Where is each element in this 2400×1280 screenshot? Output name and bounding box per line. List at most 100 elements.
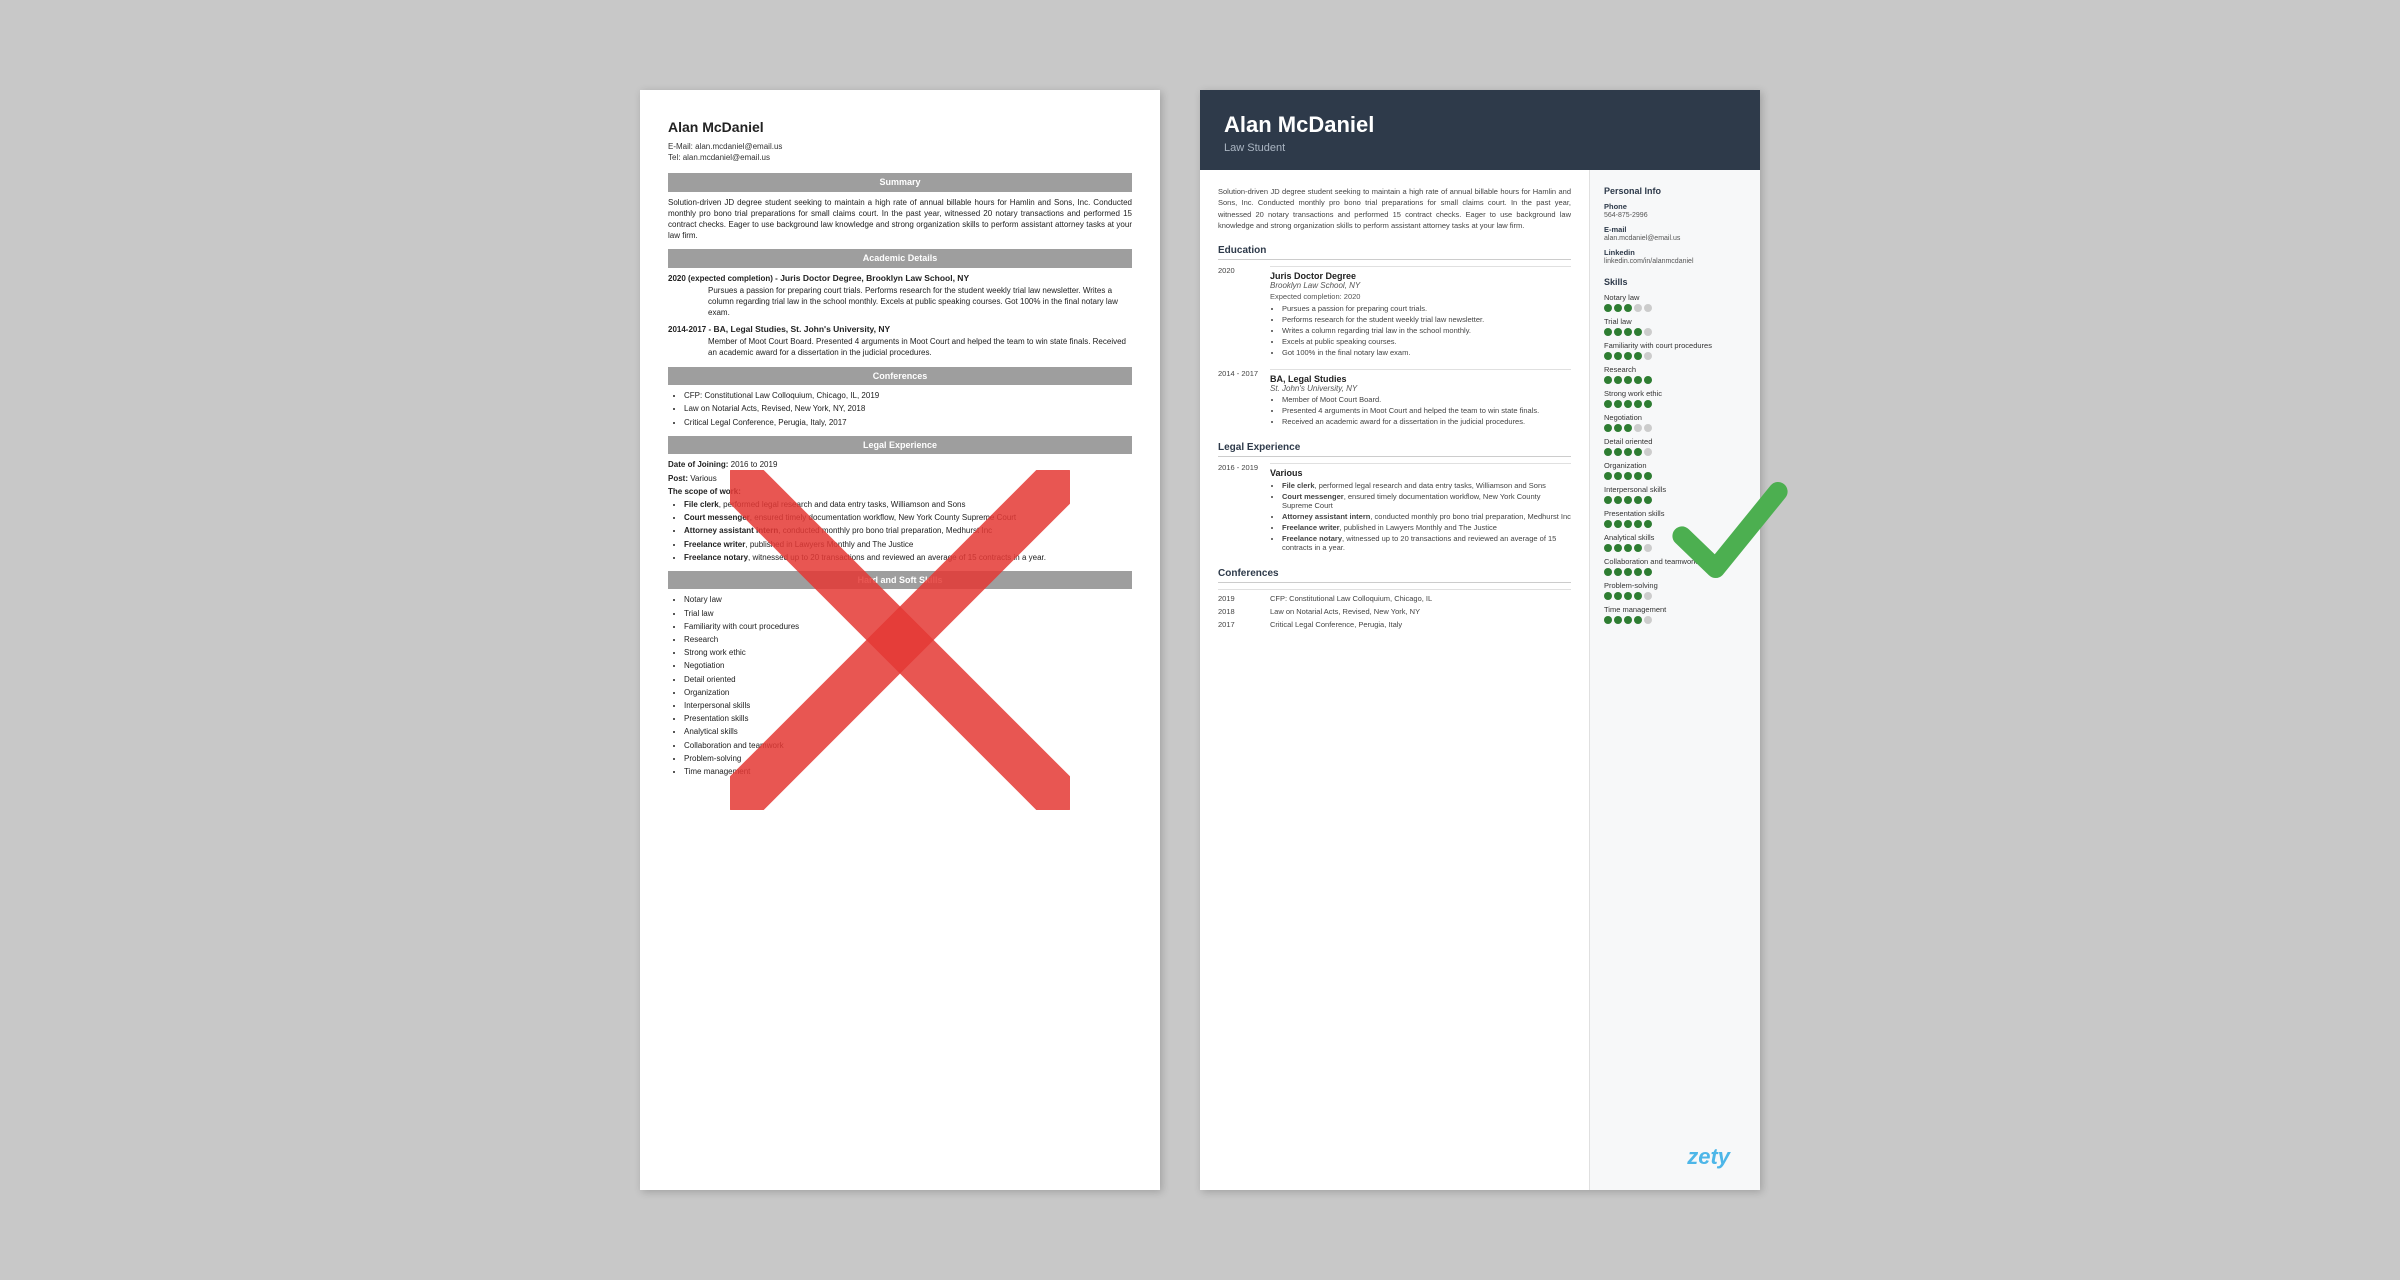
edu-content-1: Juris Doctor Degree Brooklyn Law School,… <box>1270 266 1571 359</box>
skill-dot <box>1634 568 1642 576</box>
skill-dot <box>1624 616 1632 624</box>
skill-dot <box>1624 304 1632 312</box>
list-item: Negotiation <box>684 660 1132 671</box>
skill-dot <box>1604 496 1612 504</box>
skill-dot <box>1604 544 1612 552</box>
skill-row: Analytical skills <box>1604 533 1746 552</box>
skill-dot <box>1634 352 1642 360</box>
list-item: Court messenger, ensured timely document… <box>684 512 1132 523</box>
conferences-list: CFP: Constitutional Law Colloquium, Chic… <box>668 390 1132 428</box>
skill-dot <box>1614 376 1622 384</box>
conf-text-1: CFP: Constitutional Law Colloquium, Chic… <box>1270 594 1571 603</box>
list-item: Court messenger, ensured timely document… <box>1282 492 1571 510</box>
list-item: Excels at public speaking courses. <box>1282 337 1571 346</box>
conferences-header: Conferences <box>668 367 1132 386</box>
academic-header: Academic Details <box>668 249 1132 268</box>
conf-text-3: Critical Legal Conference, Perugia, Ital… <box>1270 620 1571 629</box>
skill-dots <box>1604 520 1746 528</box>
skill-dot <box>1644 328 1652 336</box>
list-item: Law on Notarial Acts, Revised, New York,… <box>684 403 1132 414</box>
list-item: Organization <box>684 687 1132 698</box>
skill-dot <box>1634 376 1642 384</box>
skill-dot <box>1624 472 1632 480</box>
skill-dot <box>1614 616 1622 624</box>
edu-degree-1: Juris Doctor Degree <box>1270 271 1571 281</box>
list-item: Presentation skills <box>684 713 1132 724</box>
skill-dot <box>1604 472 1612 480</box>
skill-name: Presentation skills <box>1604 509 1746 518</box>
legal-exp-row: 2016 - 2019 Various File clerk, performe… <box>1218 463 1571 554</box>
skill-dot <box>1624 448 1632 456</box>
list-item: Presented 4 arguments in Moot Court and … <box>1282 406 1571 415</box>
skill-name: Analytical skills <box>1604 533 1746 542</box>
skill-dot <box>1604 592 1612 600</box>
list-item: File clerk, performed legal research and… <box>684 499 1132 510</box>
skill-dot <box>1604 424 1612 432</box>
right-name: Alan McDaniel <box>1224 112 1736 138</box>
skill-dots <box>1604 568 1746 576</box>
skill-row: Time management <box>1604 605 1746 624</box>
skill-dot <box>1644 400 1652 408</box>
skill-dot <box>1644 568 1652 576</box>
skill-dot <box>1614 304 1622 312</box>
edu-school-2: St. John's University, NY <box>1270 384 1571 393</box>
skill-dot <box>1644 472 1652 480</box>
edu-expected-1: Expected completion: 2020 <box>1270 292 1571 301</box>
list-item: Problem-solving <box>684 753 1132 764</box>
skill-dots <box>1604 544 1746 552</box>
skill-dot <box>1644 376 1652 384</box>
skills-container: Notary lawTrial lawFamiliarity with cour… <box>1604 293 1746 624</box>
phone-label: Phone <box>1604 202 1746 211</box>
conf-row-3: 2017 Critical Legal Conference, Perugia,… <box>1218 620 1571 629</box>
list-item: File clerk, performed legal research and… <box>1282 481 1571 490</box>
email-label: E-Mail: <box>668 142 693 151</box>
skill-dot <box>1644 520 1652 528</box>
list-item: Member of Moot Court Board. <box>1282 395 1571 404</box>
list-item: Performs research for the student weekly… <box>1282 315 1571 324</box>
skill-dot <box>1614 328 1622 336</box>
right-header: Alan McDaniel Law Student <box>1200 90 1760 170</box>
edu2-details: Member of Moot Court Board. Presented 4 … <box>668 336 1132 358</box>
skill-row: Familiarity with court procedures <box>1604 341 1746 360</box>
skill-name: Organization <box>1604 461 1746 470</box>
skill-dot <box>1634 448 1642 456</box>
list-item: Critical Legal Conference, Perugia, Ital… <box>684 417 1132 428</box>
tel-label: Tel: <box>668 153 680 162</box>
skill-dot <box>1644 352 1652 360</box>
right-legal-header: Legal Experience <box>1218 442 1571 457</box>
skill-row: Problem-solving <box>1604 581 1746 600</box>
skill-row: Organization <box>1604 461 1746 480</box>
skill-dots <box>1604 424 1746 432</box>
skill-row: Trial law <box>1604 317 1746 336</box>
linkedin-label: Linkedin <box>1604 248 1746 257</box>
skill-dot <box>1604 568 1612 576</box>
skill-row: Research <box>1604 365 1746 384</box>
skill-dot <box>1634 328 1642 336</box>
skill-dot <box>1634 520 1642 528</box>
edu-school-1: Brooklyn Law School, NY <box>1270 281 1571 290</box>
edu1-year: 2020 (expected completion) - <box>668 274 778 283</box>
skill-name: Negotiation <box>1604 413 1746 422</box>
edu-year-1: 2020 <box>1218 266 1270 359</box>
edu1-details: Pursues a passion for preparing court tr… <box>668 285 1132 319</box>
skill-dot <box>1634 616 1642 624</box>
personal-info-header: Personal Info <box>1604 186 1746 196</box>
email-value: alan.mcdaniel@email.us <box>695 142 782 151</box>
list-item: Writes a column regarding trial law in t… <box>1282 326 1571 335</box>
list-item: Analytical skills <box>684 726 1132 737</box>
list-item: Collaboration and teamwork <box>684 740 1132 751</box>
list-item: Received an academic award for a dissert… <box>1282 417 1571 426</box>
list-item: Attorney assistant intern, conducted mon… <box>684 525 1132 536</box>
skill-dot <box>1644 496 1652 504</box>
edu1-title: Juris Doctor Degree, Brooklyn Law School… <box>780 273 969 283</box>
list-item: Got 100% in the final notary law exam. <box>1282 348 1571 357</box>
left-contact: E-Mail: alan.mcdaniel@email.us Tel: alan… <box>668 141 1132 163</box>
edu2-title: BA, Legal Studies, St. John's University… <box>714 324 891 334</box>
skill-dot <box>1614 352 1622 360</box>
legal-date: Date of Joining: 2016 to 2019 <box>668 459 1132 470</box>
skill-dot <box>1604 352 1612 360</box>
skill-row: Detail oriented <box>1604 437 1746 456</box>
skill-dot <box>1624 568 1632 576</box>
legal-place: Various <box>1270 468 1571 478</box>
legal-list: File clerk, performed legal research and… <box>668 499 1132 563</box>
